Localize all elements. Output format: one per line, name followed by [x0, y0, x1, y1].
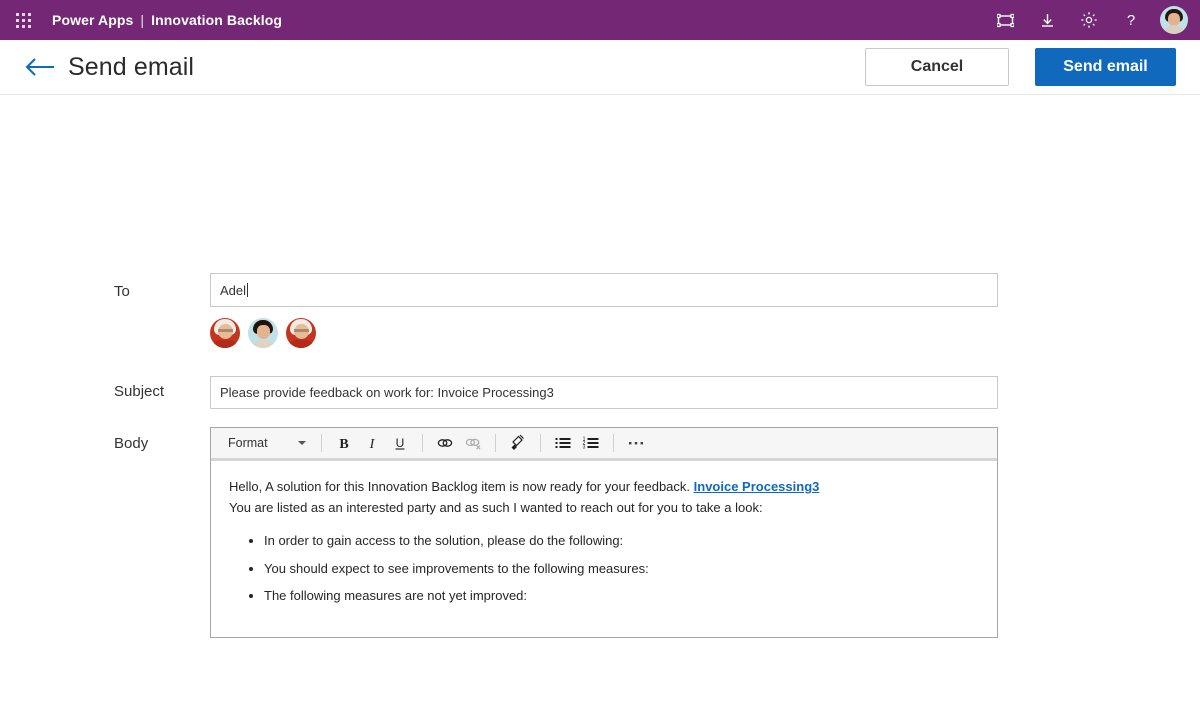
chevron-down-icon [297, 441, 306, 445]
download-icon[interactable] [1028, 0, 1066, 40]
body-label: Body [114, 435, 149, 452]
svg-text:3: 3 [582, 445, 585, 451]
fit-to-screen-icon[interactable] [986, 0, 1024, 40]
body-paragraph-1: Hello, A solution for this Innovation Ba… [229, 477, 979, 498]
to-input-value: Adel [220, 282, 247, 298]
list-item: You should expect to see improvements to… [264, 559, 979, 580]
more-options-icon[interactable] [622, 430, 650, 456]
numbered-list-icon[interactable]: 123 [577, 430, 605, 456]
app-name-label[interactable]: Power Apps [52, 12, 133, 28]
waffle-grid-icon[interactable] [6, 0, 40, 40]
person-avatar-2[interactable] [248, 318, 278, 348]
bulleted-list-icon[interactable] [549, 430, 577, 456]
format-dropdown[interactable]: Format [217, 430, 313, 456]
toolbar-divider [320, 434, 322, 452]
to-label: To [114, 283, 130, 300]
format-dropdown-label: Format [228, 436, 268, 450]
person-avatar-1[interactable] [210, 318, 240, 348]
help-question-icon[interactable]: ? [1112, 0, 1150, 40]
suite-bar-actions: ? [986, 0, 1188, 40]
list-item: The following measures are not yet impro… [264, 586, 979, 607]
text-caret [247, 283, 249, 297]
command-bar: Send email Cancel Send email [0, 40, 1200, 95]
toolbar-divider [612, 434, 614, 452]
subject-input-value: Please provide feedback on work for: Inv… [220, 385, 554, 400]
body-editor-content[interactable]: Hello, A solution for this Innovation Ba… [211, 461, 997, 637]
underline-icon[interactable]: U [386, 430, 414, 456]
settings-gear-icon[interactable] [1070, 0, 1108, 40]
subject-label: Subject [114, 383, 165, 400]
toolbar-divider [494, 434, 496, 452]
body-bullet-list: In order to gain access to the solution,… [229, 531, 979, 607]
editor-toolbar: Format B I U 1 2 3 [211, 428, 997, 461]
svg-text:U: U [395, 436, 404, 450]
unlink-icon [459, 430, 487, 456]
rich-text-editor: Format B I U 1 2 3 Hello, A solution for… [210, 427, 998, 638]
environment-name-label[interactable]: Innovation Backlog [151, 12, 282, 28]
cancel-button[interactable]: Cancel [865, 48, 1009, 86]
toolbar-divider [539, 434, 541, 452]
bold-icon[interactable]: B [330, 430, 358, 456]
subject-input[interactable]: Please provide feedback on work for: Inv… [210, 376, 998, 409]
svg-text:B: B [339, 437, 348, 451]
format-painter-icon[interactable] [504, 430, 532, 456]
link-icon[interactable] [431, 430, 459, 456]
to-suggestions [210, 318, 316, 348]
solution-link[interactable]: Invoice Processing3 [694, 479, 820, 494]
page-title: Send email [68, 52, 195, 81]
list-item: In order to gain access to the solution,… [264, 531, 979, 552]
toolbar-divider [421, 434, 423, 452]
user-avatar[interactable] [1160, 6, 1188, 34]
person-avatar-3[interactable] [286, 318, 316, 348]
suite-title: Power Apps | Innovation Backlog [52, 12, 282, 28]
title-separator: | [140, 12, 145, 28]
send-email-button[interactable]: Send email [1035, 48, 1176, 86]
send-email-page: Power Apps | Innovation Backlog ? Send e… [0, 0, 1200, 710]
body-paragraph-2: You are listed as an interested party an… [229, 499, 763, 515]
svg-text:I: I [368, 437, 375, 451]
svg-text:?: ? [1127, 12, 1135, 29]
body-line1-text: Hello, A solution for this Innovation Ba… [229, 479, 694, 494]
command-bar-actions: Cancel Send email [865, 48, 1176, 86]
to-input[interactable]: Adel [210, 273, 998, 307]
back-arrow-icon[interactable] [20, 47, 60, 87]
italic-icon[interactable]: I [358, 430, 386, 456]
suite-bar: Power Apps | Innovation Backlog ? [0, 0, 1200, 40]
